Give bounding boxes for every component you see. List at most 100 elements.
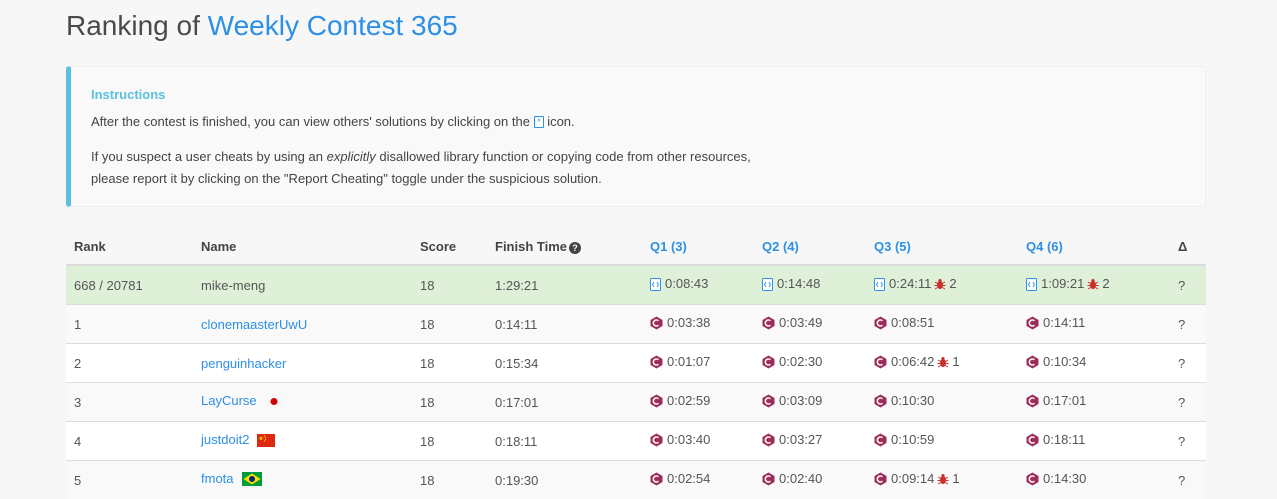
instructions-line-2-end: disallowed library function or copying c… — [379, 149, 750, 164]
instructions-line-1: After the contest is finished, you can v… — [91, 114, 575, 129]
cpp-logo-icon[interactable] — [762, 394, 775, 411]
user-link[interactable]: clonemaasterUwU — [201, 317, 307, 332]
cpp-logo-icon[interactable] — [874, 472, 887, 489]
bug-icon — [937, 356, 949, 371]
cell-q4-time: 0:10:34 — [1043, 354, 1086, 369]
cell-q1-time: 0:03:40 — [667, 432, 710, 447]
cpp-logo-icon[interactable] — [1026, 316, 1039, 333]
cell-q3[interactable]: 0:10:59 — [866, 422, 1018, 461]
cell-delta: ? — [1170, 461, 1206, 499]
cell-q4-time: 0:17:01 — [1043, 393, 1086, 408]
title-prefix: Ranking of — [66, 10, 200, 41]
cpp-logo-icon[interactable] — [762, 472, 775, 489]
cell-rank: 668 / 20781 — [66, 265, 193, 305]
cell-q1[interactable]: 0:03:40 — [642, 422, 754, 461]
contest-link[interactable]: Weekly Contest 365 — [208, 10, 458, 41]
cpp-logo-icon[interactable] — [874, 433, 887, 450]
cell-q3-time: 0:10:30 — [891, 393, 934, 408]
cell-q4[interactable]: 0:10:34 — [1018, 344, 1170, 383]
cpp-logo-icon[interactable] — [1026, 433, 1039, 450]
cell-q3-bugs: 1 — [952, 471, 959, 486]
code-file-icon[interactable] — [1026, 278, 1037, 294]
cell-q2[interactable]: 0:03:49 — [754, 305, 866, 344]
cell-score: 18 — [412, 383, 487, 422]
cell-q3-time: 0:08:51 — [891, 315, 934, 330]
cpp-logo-icon[interactable] — [874, 394, 887, 411]
cell-score: 18 — [412, 461, 487, 499]
cell-q3[interactable]: 0:06:421 — [866, 344, 1018, 383]
japan-flag-icon — [265, 395, 283, 411]
cell-q2[interactable]: 0:14:48 — [754, 265, 866, 305]
cell-q1-time: 0:02:54 — [667, 471, 710, 486]
cell-score: 18 — [412, 422, 487, 461]
cell-q2[interactable]: 0:03:27 — [754, 422, 866, 461]
header-finish-time-label: Finish Time — [495, 239, 567, 254]
header-finish-time: Finish Time? — [487, 228, 642, 265]
table-row: 4justdoit2180:18:110:03:400:03:270:10:59… — [66, 422, 1206, 461]
cell-q2[interactable]: 0:02:40 — [754, 461, 866, 499]
cpp-logo-icon[interactable] — [650, 394, 663, 411]
cpp-logo-icon[interactable] — [874, 316, 887, 333]
user-link[interactable]: LayCurse — [201, 393, 257, 408]
cell-q2[interactable]: 0:03:09 — [754, 383, 866, 422]
cpp-logo-icon[interactable] — [650, 355, 663, 372]
cell-rank: 1 — [66, 305, 193, 344]
cell-q1[interactable]: 0:01:07 — [642, 344, 754, 383]
cell-q3[interactable]: 0:08:51 — [866, 305, 1018, 344]
cell-q2[interactable]: 0:02:30 — [754, 344, 866, 383]
brazil-flag-icon — [242, 472, 262, 489]
cpp-logo-icon[interactable] — [762, 433, 775, 450]
cpp-logo-icon[interactable] — [762, 355, 775, 372]
cpp-logo-icon[interactable] — [650, 433, 663, 450]
cell-q1[interactable]: 0:03:38 — [642, 305, 754, 344]
page-title: Ranking of Weekly Contest 365 — [66, 8, 458, 44]
cell-q4[interactable]: 0:14:11 — [1018, 305, 1170, 344]
question-circle-icon[interactable]: ? — [569, 242, 581, 254]
cell-q2-time: 0:02:40 — [779, 471, 822, 486]
instructions-line-1-text: After the contest is finished, you can v… — [91, 114, 530, 129]
cpp-logo-icon[interactable] — [650, 472, 663, 489]
cell-q4-time: 0:14:11 — [1043, 315, 1085, 330]
cell-q4-bugs: 2 — [1102, 276, 1109, 291]
cell-q4[interactable]: 0:18:11 — [1018, 422, 1170, 461]
cpp-logo-icon[interactable] — [874, 355, 887, 372]
cell-q3-time: 0:24:11 — [889, 276, 931, 291]
cell-q3[interactable]: 0:10:30 — [866, 383, 1018, 422]
instructions-heading: Instructions — [91, 87, 165, 102]
china-flag-icon — [257, 434, 275, 450]
table-header-row: Rank Name Score Finish Time? Q1 (3) Q2 (… — [66, 228, 1206, 265]
cell-q2-time: 0:02:30 — [779, 354, 822, 369]
cell-finish-time: 0:18:11 — [487, 422, 642, 461]
cpp-logo-icon[interactable] — [1026, 394, 1039, 411]
header-q1[interactable]: Q1 (3) — [642, 228, 754, 265]
cpp-logo-icon[interactable] — [650, 316, 663, 333]
code-file-icon[interactable] — [650, 278, 661, 294]
table-row: 3LayCurse180:17:010:02:590:03:090:10:300… — [66, 383, 1206, 422]
cell-score: 18 — [412, 305, 487, 344]
cell-delta: ? — [1170, 305, 1206, 344]
cell-q1[interactable]: 0:08:43 — [642, 265, 754, 305]
cell-q3[interactable]: 0:09:141 — [866, 461, 1018, 499]
cpp-logo-icon[interactable] — [762, 316, 775, 333]
cpp-logo-icon[interactable] — [1026, 355, 1039, 372]
cell-q1[interactable]: 0:02:54 — [642, 461, 754, 499]
cell-name: LayCurse — [193, 383, 412, 422]
cell-q4[interactable]: 0:14:30 — [1018, 461, 1170, 499]
header-rank: Rank — [66, 228, 193, 265]
header-q2[interactable]: Q2 (4) — [754, 228, 866, 265]
user-link[interactable]: penguinhacker — [201, 356, 286, 371]
user-link[interactable]: justdoit2 — [201, 432, 249, 447]
cpp-logo-icon[interactable] — [1026, 472, 1039, 489]
user-link[interactable]: fmota — [201, 471, 234, 486]
cell-delta: ? — [1170, 383, 1206, 422]
cell-q1[interactable]: 0:02:59 — [642, 383, 754, 422]
cell-name: penguinhacker — [193, 344, 412, 383]
code-file-icon[interactable] — [762, 278, 773, 294]
code-file-icon[interactable] — [874, 278, 885, 294]
cell-q3[interactable]: 0:24:112 — [866, 265, 1018, 305]
header-q4[interactable]: Q4 (6) — [1018, 228, 1170, 265]
cell-q4[interactable]: 1:09:212 — [1018, 265, 1170, 305]
header-q3[interactable]: Q3 (5) — [866, 228, 1018, 265]
cell-rank: 3 — [66, 383, 193, 422]
cell-q4[interactable]: 0:17:01 — [1018, 383, 1170, 422]
